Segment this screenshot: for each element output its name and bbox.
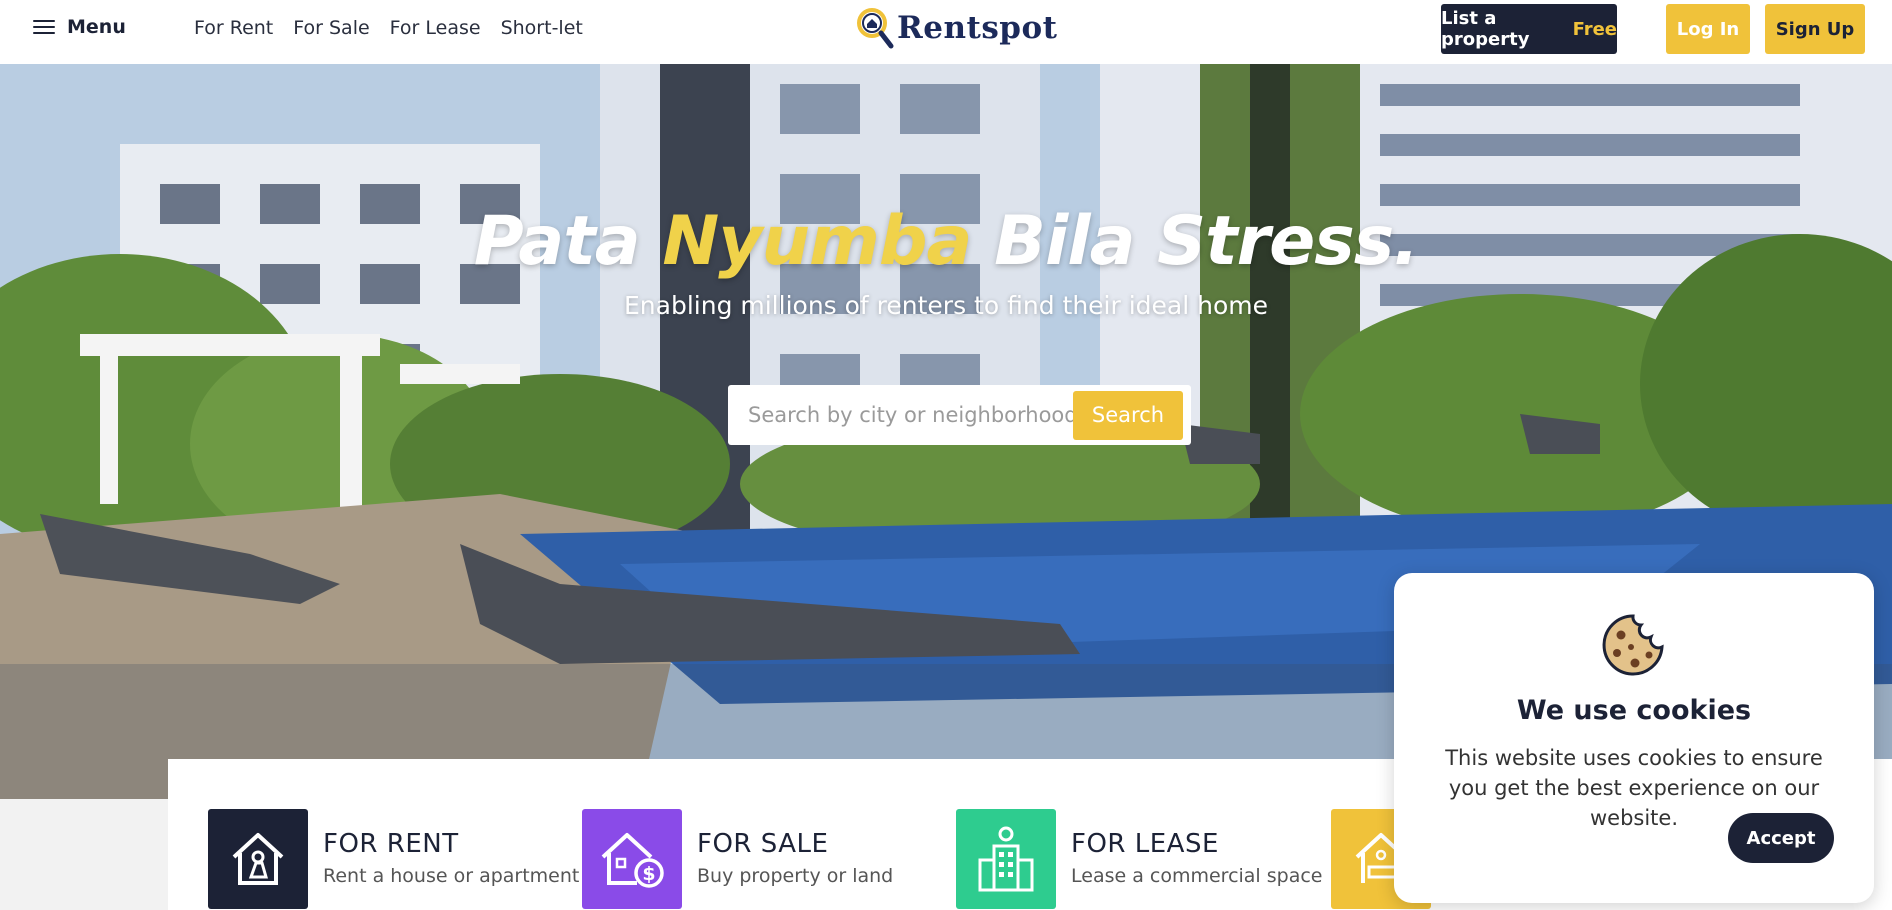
category-desc: Rent a house or apartment bbox=[323, 865, 580, 887]
signup-button[interactable]: Sign Up bbox=[1765, 4, 1865, 54]
hero-title-accent: Nyumba bbox=[662, 202, 972, 281]
hero-title-part1: Pata bbox=[473, 202, 641, 281]
hamburger-icon bbox=[33, 18, 55, 36]
nav-for-rent[interactable]: For Rent bbox=[194, 17, 273, 39]
free-badge: Free bbox=[1572, 18, 1617, 40]
cookie-consent-modal: We use cookies This website uses cookies… bbox=[1394, 573, 1874, 903]
login-button[interactable]: Log In bbox=[1666, 4, 1750, 54]
cookie-icon bbox=[1602, 614, 1664, 676]
house-dollar-icon: $ bbox=[582, 809, 682, 909]
svg-text:$: $ bbox=[642, 863, 655, 885]
cookie-accept-button[interactable]: Accept bbox=[1728, 813, 1834, 863]
category-title: FOR LEASE bbox=[1071, 829, 1219, 859]
rentspot-logo[interactable]: Rentspot bbox=[855, 6, 1057, 50]
hero-subtitle: Enabling millions of renters to find the… bbox=[624, 291, 1268, 320]
hero-title-part2: Bila Stress. bbox=[994, 202, 1419, 281]
main-nav: For Rent For Sale For Lease Short-let bbox=[194, 17, 583, 39]
cookie-title: We use cookies bbox=[1516, 695, 1752, 726]
magnifier-house-icon bbox=[857, 8, 894, 49]
house-key-icon bbox=[208, 809, 308, 909]
category-desc: Buy property or land bbox=[697, 865, 894, 887]
search-bar: Search bbox=[728, 385, 1191, 445]
category-desc: Lease a commercial space bbox=[1071, 865, 1323, 887]
office-building-icon bbox=[956, 809, 1056, 909]
search-button[interactable]: Search bbox=[1073, 390, 1183, 440]
list-property-button[interactable]: List a property Free bbox=[1441, 4, 1617, 54]
list-property-label: List a property bbox=[1441, 8, 1530, 50]
category-for-rent[interactable]: FOR RENT Rent a house or apartment bbox=[208, 809, 579, 909]
menu-button[interactable]: Menu bbox=[33, 16, 126, 38]
category-title: FOR SALE bbox=[697, 829, 829, 859]
nav-for-sale[interactable]: For Sale bbox=[293, 17, 369, 39]
category-for-sale[interactable]: $ FOR SALE Buy property or land bbox=[582, 809, 893, 909]
search-input[interactable] bbox=[748, 403, 1073, 427]
nav-for-lease[interactable]: For Lease bbox=[390, 17, 481, 39]
category-title: FOR RENT bbox=[323, 829, 459, 859]
top-header: Menu For Rent For Sale For Lease Short-l… bbox=[0, 0, 1892, 64]
logo-text: Rentspot bbox=[897, 10, 1058, 46]
category-for-lease[interactable]: FOR LEASE Lease a commercial space bbox=[956, 809, 1323, 909]
hero-title: Pata Nyumba Bila Stress. bbox=[0, 202, 1892, 281]
menu-label: Menu bbox=[67, 16, 126, 38]
nav-short-let[interactable]: Short-let bbox=[501, 17, 583, 39]
